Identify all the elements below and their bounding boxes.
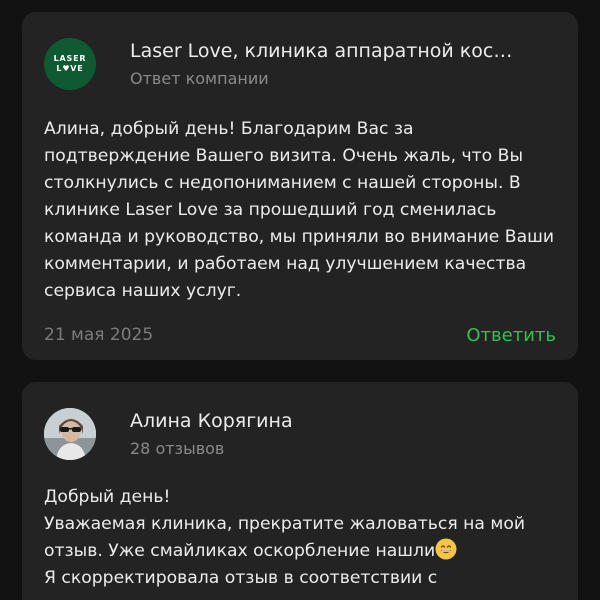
reply-button[interactable]: Ответить	[466, 325, 556, 346]
review-text-line1: Добрый день!	[44, 487, 171, 507]
company-name[interactable]: Laser Love, клиника аппаратной кос…	[130, 39, 512, 63]
reviews-count[interactable]: 28 отзывов	[130, 438, 293, 460]
user-avatar[interactable]	[44, 408, 96, 460]
review-text: Добрый день! Уважаемая клиника, прекрати…	[44, 484, 564, 592]
reply-date: 21 мая 2025	[44, 325, 154, 345]
user-review-card: Алина Корягина 28 отзывов Добрый день! У…	[22, 382, 578, 600]
reply-role-label: Ответ компании	[130, 68, 269, 88]
review-text-line3: Я скорректировала отзыв в соответствии с	[44, 568, 438, 588]
author-name[interactable]: Алина Корягина	[130, 409, 293, 433]
company-reply-card: LASER L♥VE Laser Love, клиника аппаратно…	[22, 12, 578, 360]
review-header: Алина Корягина 28 отзывов	[44, 408, 293, 460]
reply-text: Алина, добрый день! Благодарим Вас за по…	[44, 119, 555, 301]
user-avatar-image	[44, 408, 96, 460]
company-logo[interactable]: LASER L♥VE	[44, 38, 96, 90]
grinning-face-emoji-icon	[435, 538, 457, 560]
logo-text-line1: LASER	[53, 54, 87, 63]
reply-author-block: Laser Love, клиника аппаратной кос… Отве…	[130, 39, 512, 90]
reply-footer: 21 мая 2025 Ответить	[44, 320, 556, 350]
reviews-feed: LASER L♥VE Laser Love, клиника аппаратно…	[0, 0, 600, 600]
review-author-block: Алина Корягина 28 отзывов	[130, 409, 293, 460]
reply-header: LASER L♥VE Laser Love, клиника аппаратно…	[44, 38, 512, 90]
logo-text-line2: L♥VE	[56, 64, 84, 73]
